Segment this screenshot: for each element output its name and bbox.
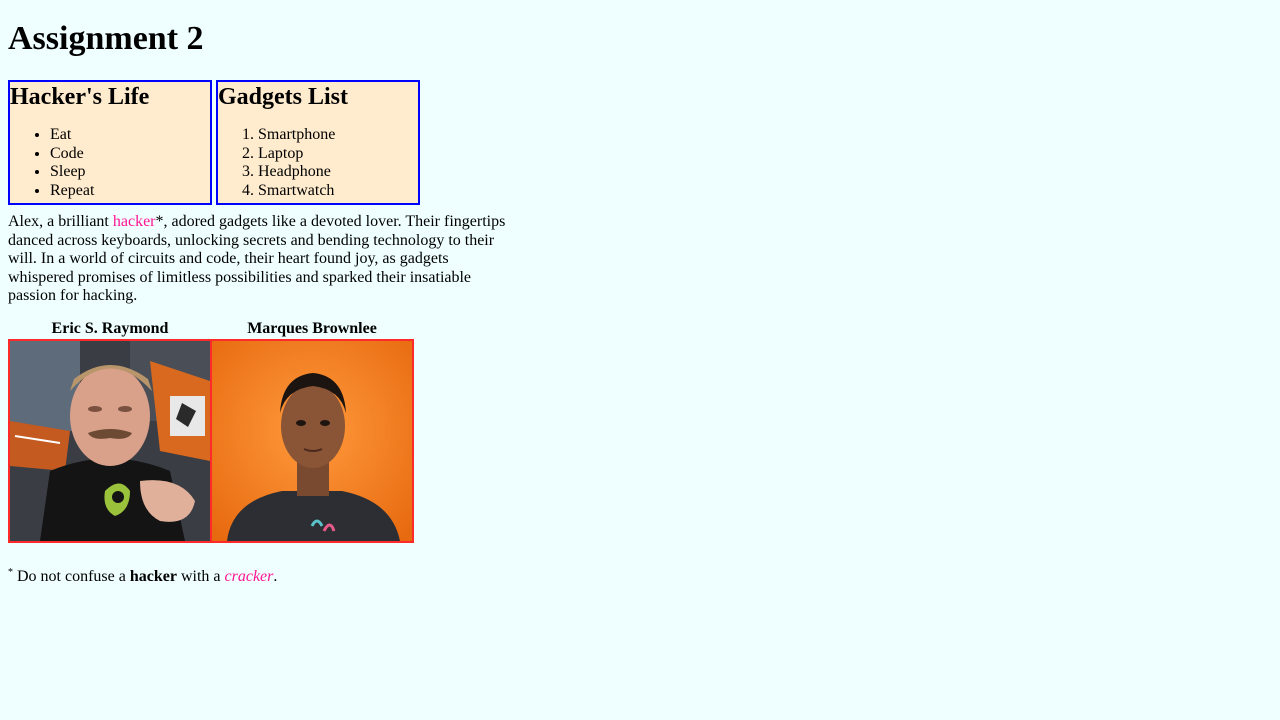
- marques-brownlee-photo-art: [212, 341, 412, 541]
- hackers-life-heading: Hacker's Life: [10, 84, 150, 110]
- gadgets-list-box: Gadgets List Smartphone Laptop Headphone…: [216, 80, 420, 205]
- hacker-term: hacker: [112, 213, 156, 230]
- marques-brownlee-photo: [210, 339, 414, 543]
- page: Assignment 2 Hacker's Life Eat Code Slee…: [0, 0, 1280, 720]
- gadgets-list-heading: Gadgets List: [218, 84, 349, 110]
- eric-raymond-photo-art: [10, 341, 210, 541]
- page-title: Assignment 2: [8, 20, 204, 57]
- hackers-life-list: Eat Code Sleep Repeat: [10, 126, 210, 200]
- marques-brownlee-caption: Marques Brownlee: [247, 320, 377, 337]
- hackers-life-box: Hacker's Life Eat Code Sleep Repeat: [8, 80, 212, 205]
- eric-raymond-caption: Eric S. Raymond: [51, 320, 169, 337]
- list-item: Code: [50, 145, 210, 164]
- footnote-text: Do not confuse a: [13, 568, 130, 585]
- list-item: Eat: [50, 126, 210, 145]
- list-item: Smartwatch: [258, 182, 418, 201]
- footnote-text: with a: [176, 568, 225, 585]
- eric-raymond-figure: Eric S. Raymond: [8, 319, 212, 543]
- eric-raymond-photo: [8, 339, 212, 543]
- list-item: Repeat: [50, 182, 210, 201]
- story-text-start: Alex, a brilliant: [8, 213, 113, 230]
- list-item: Headphone: [258, 163, 418, 182]
- story-paragraph: Alex, a brilliant hacker*, adored gadget…: [8, 213, 514, 306]
- list-item: Laptop: [258, 145, 418, 164]
- footnote-text: .: [273, 568, 278, 585]
- footnote-hacker: hacker: [129, 568, 177, 585]
- marques-brownlee-figure: Marques Brownlee: [210, 319, 414, 543]
- footnote: * Do not confuse a hacker with a cracker…: [8, 563, 277, 587]
- list-item: Smartphone: [258, 126, 418, 145]
- gadgets-list: Smartphone Laptop Headphone Smartwatch: [218, 126, 418, 200]
- list-item: Sleep: [50, 163, 210, 182]
- footnote-cracker: cracker: [224, 568, 274, 585]
